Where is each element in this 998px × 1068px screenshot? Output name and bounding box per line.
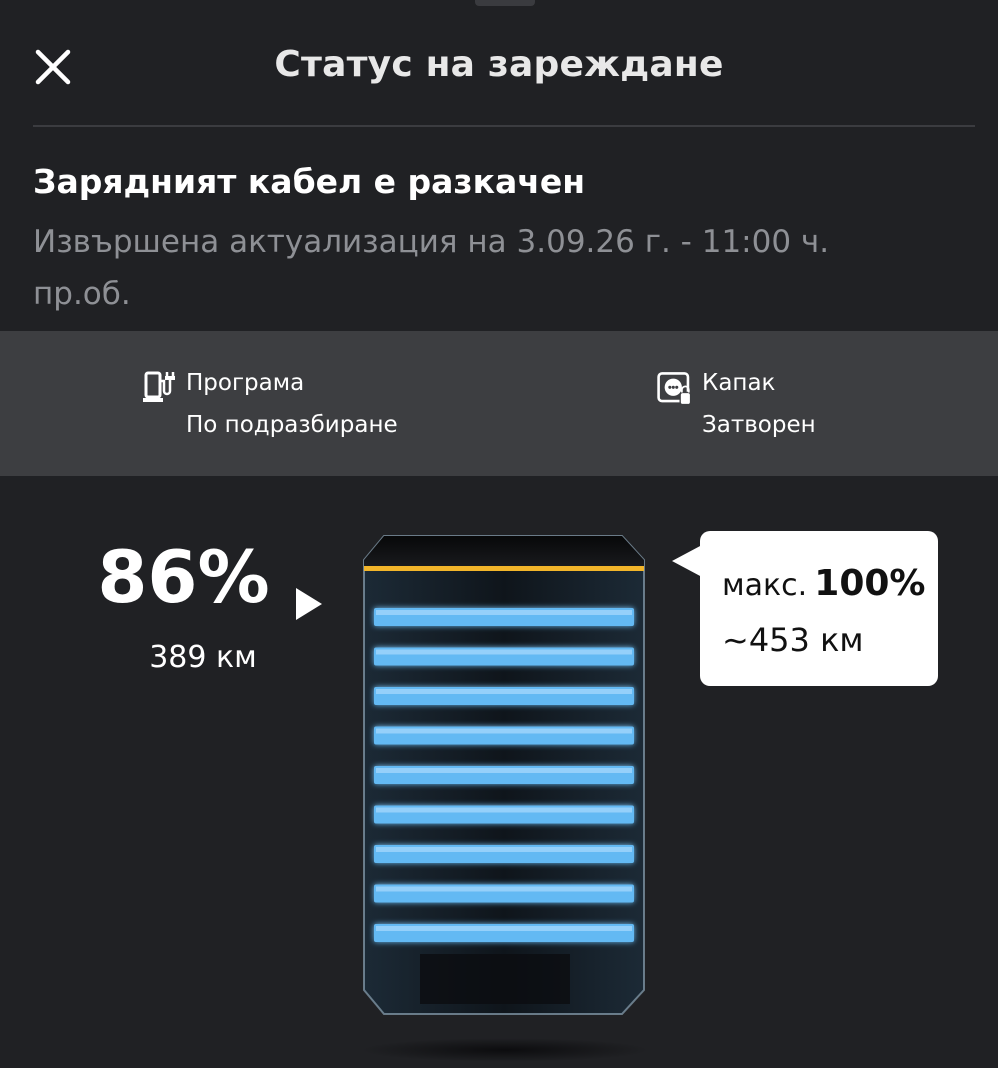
charging-flap-icon — [657, 372, 692, 406]
page-title: Статус на зареждане — [274, 44, 724, 85]
program-item[interactable]: Програма По подразбиране — [140, 367, 398, 441]
flap-label: Капак — [702, 370, 776, 396]
flap-item[interactable]: Капак Затворен — [656, 367, 816, 441]
battery-graphic — [363, 535, 645, 1015]
battery-segment-highlight — [376, 847, 632, 852]
flap-value: Затворен — [702, 412, 816, 438]
charging-station-icon — [143, 371, 175, 402]
program-label: Програма — [186, 370, 305, 396]
max-percent: 100% — [814, 563, 926, 604]
battery-shadow — [360, 1038, 650, 1062]
header-divider — [33, 125, 975, 127]
program-value: По подразбиране — [186, 412, 398, 438]
battery-segment-highlight — [376, 728, 632, 734]
battery-segment-highlight — [376, 610, 632, 615]
charge-level-pointer — [296, 588, 322, 620]
battery-segment-highlight — [376, 649, 632, 655]
current-range: 389 км — [149, 640, 257, 675]
battery-segment-highlight — [376, 807, 632, 813]
battery-segment-highlight — [376, 886, 632, 892]
status-updated-text: Извършена актуализация на 3.09.26 г. - 1… — [33, 224, 830, 312]
max-charge-line — [364, 566, 644, 571]
battery-segment-highlight — [376, 768, 632, 773]
max-range: ~453 км — [722, 621, 864, 659]
battery-segment-highlight — [376, 926, 632, 931]
max-charge-tooltip: макс. 100% ~453 км — [672, 531, 938, 686]
charge-percent: 86% — [97, 535, 270, 619]
max-label: макс. — [722, 568, 808, 603]
header: Статус на зареждане — [0, 0, 998, 127]
battery-segment-highlight — [376, 689, 632, 694]
status-title: Зарядният кабел е разкачен — [33, 162, 586, 201]
battery-segments — [374, 608, 634, 942]
info-band: Програма По подразбиране Капак Затворен — [0, 331, 998, 476]
